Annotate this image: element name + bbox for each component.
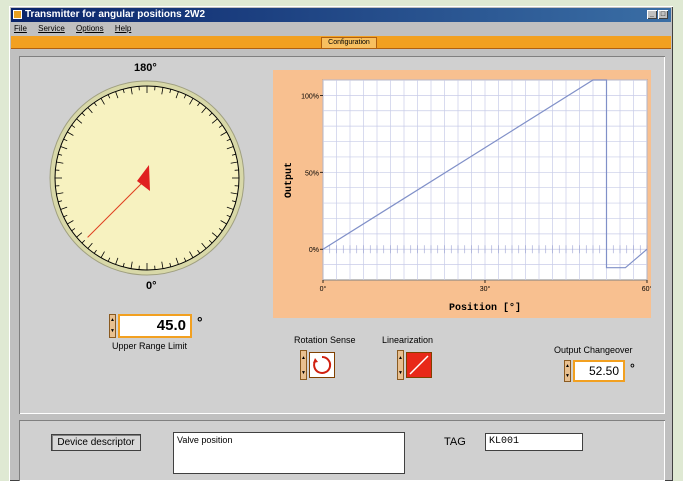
rotation-sense-spin-arrows[interactable]: ▲ ▼ [300, 350, 307, 380]
upper-range-limit-unit: ° [197, 314, 203, 330]
spin-down-icon[interactable]: ▼ [398, 366, 403, 381]
app-window: Transmitter for angular positions 2W2 _ … [9, 6, 673, 481]
dial-label-180: 180° [134, 62, 157, 74]
device-info-panel: Device descriptor Valve position TAG KL0… [19, 420, 665, 481]
upper-range-limit-spin-arrows[interactable]: ▲ ▼ [109, 314, 116, 338]
menu-service[interactable]: Service [38, 24, 65, 33]
minimize-button[interactable]: _ [647, 10, 657, 19]
spin-down-icon[interactable]: ▼ [301, 366, 306, 381]
linearization-button[interactable] [406, 352, 432, 378]
menu-file[interactable]: File [14, 24, 27, 33]
rotation-icon [313, 355, 332, 374]
output-changeover-unit: ° [630, 361, 635, 375]
output-changeover-label: Output Changeover [554, 345, 633, 355]
output-changeover-value[interactable]: 52.50 [573, 360, 625, 382]
chart-y-axis-label: Output [284, 162, 295, 198]
angle-dial [49, 80, 245, 276]
linearization-spin-arrows[interactable]: ▲ ▼ [397, 350, 404, 380]
chart-x-axis-label: Position [°] [449, 302, 521, 314]
x-tick-label: 30° [480, 285, 491, 293]
tag-field[interactable]: KL001 [485, 433, 583, 451]
linearization-control[interactable]: ▲ ▼ [397, 350, 437, 380]
configuration-panel: 180° 0° ▲ ▼ 45.0 ° Upper Range Limit 0° 3… [19, 56, 665, 414]
y-tick-label: 50% [305, 170, 319, 177]
device-descriptor-field[interactable]: Valve position [173, 432, 405, 474]
menu-bar: File Service Options Help [11, 23, 671, 35]
upper-range-limit-value[interactable]: 45.0 [118, 314, 192, 338]
window-title: Transmitter for angular positions 2W2 [25, 9, 206, 20]
output-changeover-spin-arrows[interactable]: ▲ ▼ [564, 360, 571, 382]
spin-up-icon[interactable]: ▲ [301, 351, 306, 366]
rotation-sense-control[interactable]: ▲ ▼ [300, 350, 340, 380]
dial-label-0: 0° [146, 280, 157, 292]
tab-strip: Configuration [11, 36, 671, 49]
menu-help[interactable]: Help [115, 24, 131, 33]
spin-down-icon[interactable]: ▼ [110, 326, 115, 337]
output-chart: 0° 30° 60° 0% 50% 100% Position [°] Output [273, 70, 651, 318]
upper-range-limit-label: Upper Range Limit [112, 341, 188, 351]
y-tick-label: 0% [309, 247, 319, 254]
upper-range-limit-stepper[interactable]: ▲ ▼ 45.0 ° [109, 314, 229, 338]
tab-configuration[interactable]: Configuration [321, 37, 377, 48]
maximize-button[interactable]: □ [658, 10, 668, 19]
menu-options[interactable]: Options [76, 24, 104, 33]
spin-down-icon[interactable]: ▼ [565, 371, 570, 381]
output-changeover-stepper[interactable]: ▲ ▼ 52.50 ° [564, 360, 654, 382]
spin-up-icon[interactable]: ▲ [565, 361, 570, 371]
x-tick-label: 0° [320, 285, 327, 293]
linearization-label: Linearization [382, 335, 434, 345]
tag-label: TAG [444, 436, 466, 448]
spin-up-icon[interactable]: ▲ [110, 315, 115, 326]
title-bar[interactable]: Transmitter for angular positions 2W2 _ … [11, 8, 671, 22]
spin-up-icon[interactable]: ▲ [398, 351, 403, 366]
linear-ramp-icon [409, 355, 429, 375]
device-descriptor-label: Device descriptor [51, 434, 141, 451]
rotation-sense-label: Rotation Sense [294, 335, 356, 345]
x-tick-label: 60° [642, 285, 651, 293]
app-icon [13, 10, 22, 19]
rotation-sense-button[interactable] [309, 352, 335, 378]
y-tick-label: 100% [301, 93, 319, 100]
